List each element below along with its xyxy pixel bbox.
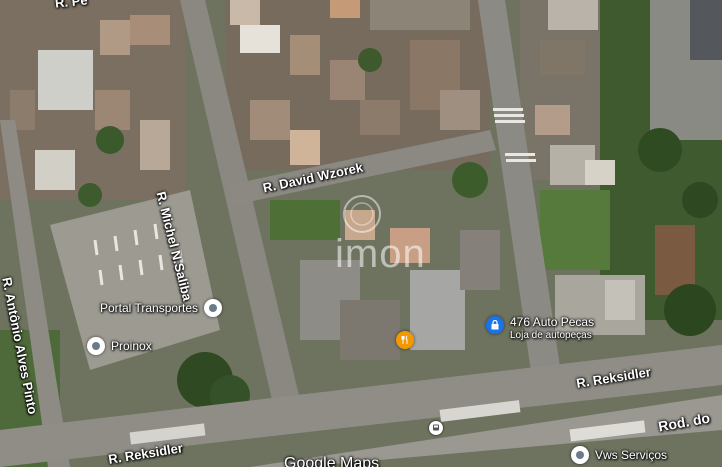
place-pin-icon: [571, 446, 589, 464]
satellite-map[interactable]: imon R. Pe R. Michel N.Saliba R. David W…: [0, 0, 722, 467]
poi-proinox[interactable]: Proinox: [87, 337, 152, 355]
google-maps-attribution: Google Maps: [284, 455, 380, 467]
place-pin-icon: [87, 337, 105, 355]
poi-476-auto-pecas[interactable]: 476 Auto Pecas Loja de autopeças: [486, 316, 594, 342]
watermark: imon: [335, 232, 426, 276]
shopping-bag-icon: [486, 316, 504, 334]
place-pin-icon: [204, 299, 223, 317]
poi-category: Loja de autopeças: [510, 330, 592, 341]
bus-stop-icon[interactable]: [429, 421, 443, 435]
poi-portal-transportes[interactable]: Portal Transportes: [100, 299, 223, 317]
poi-label: Vws Serviços: [595, 447, 668, 462]
poi-label: Portal Transportes: [100, 300, 199, 315]
poi-restaurant[interactable]: [396, 331, 414, 349]
poi-vws-servicos[interactable]: Vws Serviços: [571, 446, 667, 464]
restaurant-icon: [396, 331, 414, 349]
poi-label: 476 Auto Pecas: [510, 315, 595, 329]
poi-label: Proinox: [111, 338, 152, 353]
